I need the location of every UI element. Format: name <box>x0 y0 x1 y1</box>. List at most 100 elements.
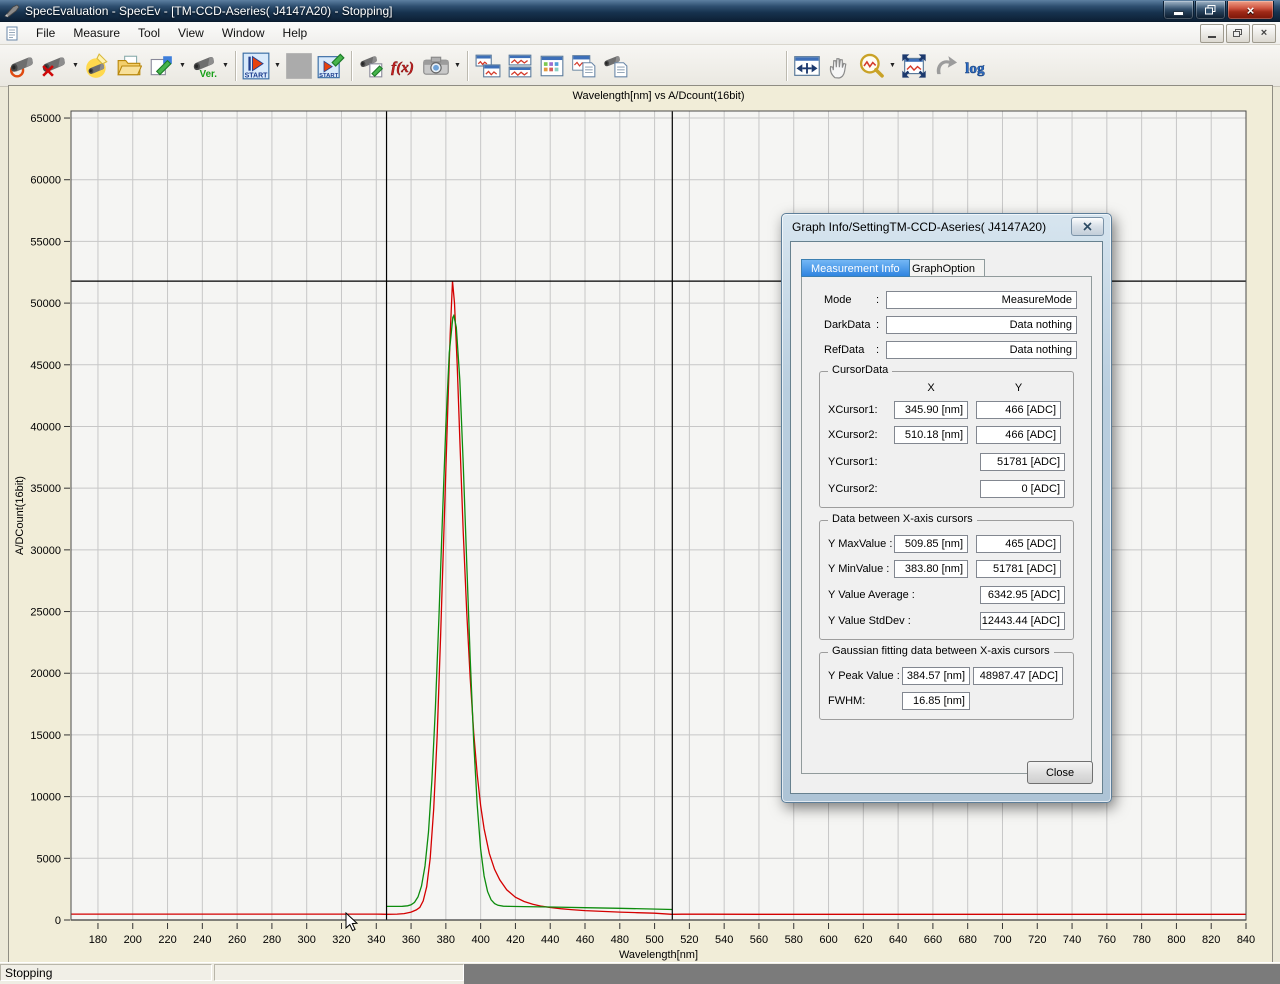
dialog-close-action-button[interactable]: Close <box>1027 761 1093 784</box>
cursor-columns-header: X Y <box>828 382 1065 394</box>
palette-grid-button[interactable] <box>536 50 568 82</box>
child-restore-button[interactable] <box>1226 24 1250 43</box>
ycursor2-row: YCursor2: 0 [ADC] <box>828 480 1065 498</box>
svg-text:820: 820 <box>1202 934 1220 946</box>
xcursor2-label: XCursor2: <box>828 429 894 441</box>
xcursor2-x-field: 510.18 [nm] <box>894 426 968 444</box>
start-edit-button[interactable]: START <box>315 50 347 82</box>
title-bar: SpecEvaluation - SpecEv - [TM-CCD-Aserie… <box>0 0 1280 22</box>
dialog-close-button[interactable] <box>1071 217 1104 236</box>
child-close-button[interactable]: × <box>1252 24 1276 43</box>
disconnect-dropdown[interactable]: ▼ <box>70 51 81 81</box>
svg-text:640: 640 <box>889 934 907 946</box>
colon: : <box>876 344 886 356</box>
svg-text:f(x): f(x) <box>391 58 414 75</box>
child-restore-icon <box>1233 29 1243 38</box>
graph-report-button[interactable] <box>568 50 600 82</box>
svg-text:320: 320 <box>332 934 350 946</box>
svg-text:40000: 40000 <box>30 421 61 433</box>
start-measure-button[interactable]: START <box>240 50 272 82</box>
snapshot-dropdown[interactable]: ▼ <box>452 51 463 81</box>
svg-text:220: 220 <box>158 934 176 946</box>
cursor-data-group: CursorData X Y XCursor1: 345.90 [nm] 466… <box>819 371 1074 508</box>
zoom-button[interactable] <box>855 50 887 82</box>
menu-file[interactable]: File <box>27 24 64 42</box>
edit-data-icon <box>359 53 385 79</box>
ystddev-label: Y Value StdDev : <box>828 615 972 627</box>
ymax-x-field: 509.85 [nm] <box>894 535 968 553</box>
cursor-measure-button[interactable] <box>791 50 823 82</box>
svg-text:65000: 65000 <box>30 113 61 125</box>
fit-window-button[interactable] <box>898 50 930 82</box>
disconnect-device-button[interactable] <box>38 50 70 82</box>
tab-measurement-info[interactable]: Measurement Info <box>801 259 910 277</box>
menu-window[interactable]: Window <box>213 24 274 42</box>
svg-text:200: 200 <box>124 934 142 946</box>
svg-text:300: 300 <box>298 934 316 946</box>
zoom-icon <box>857 52 885 80</box>
function-button[interactable]: f(x) <box>388 50 420 82</box>
pan-hand-button[interactable] <box>823 50 855 82</box>
peak-y-field: 48987.47 [ADC] <box>973 667 1063 685</box>
svg-text:500: 500 <box>645 934 663 946</box>
menu-tool[interactable]: Tool <box>129 24 169 42</box>
palette-grid-icon <box>539 53 565 79</box>
open-file-button[interactable] <box>113 50 145 82</box>
version-button[interactable]: Ver. <box>188 50 220 82</box>
snapshot-button[interactable] <box>420 50 452 82</box>
menu-bar: File Measure Tool View Window Help × <box>0 22 1280 45</box>
svg-text:460: 460 <box>576 934 594 946</box>
menu-measure[interactable]: Measure <box>64 24 129 42</box>
refdata-row: RefData : Data nothing <box>824 341 1077 359</box>
svg-text:540: 540 <box>715 934 733 946</box>
svg-text:START: START <box>319 73 338 79</box>
svg-text:440: 440 <box>541 934 559 946</box>
minimize-button[interactable] <box>1163 1 1194 20</box>
svg-text:Ver.: Ver. <box>200 68 217 78</box>
svg-text:50000: 50000 <box>30 298 61 310</box>
xcursor2-y-field: 466 [ADC] <box>976 426 1061 444</box>
stop-measure-button[interactable] <box>283 50 315 82</box>
undo-button[interactable] <box>930 50 962 82</box>
start-dropdown[interactable]: ▼ <box>272 51 283 81</box>
save-edit-icon <box>148 53 174 79</box>
svg-text:240: 240 <box>193 934 211 946</box>
svg-text:360: 360 <box>402 934 420 946</box>
mode-row: Mode : MeasureMode <box>824 291 1077 309</box>
dialog-body: Measurement Info GraphOption Mode : Meas… <box>790 241 1103 794</box>
multi-graph-button[interactable] <box>504 50 536 82</box>
svg-text:55000: 55000 <box>30 236 61 248</box>
toolbar-separator <box>351 51 352 81</box>
svg-text:35000: 35000 <box>30 483 61 495</box>
save-edit-dropdown[interactable]: ▼ <box>177 51 188 81</box>
log-scale-button[interactable]: log <box>962 50 994 82</box>
close-button[interactable]: × <box>1227 1 1274 20</box>
svg-text:log: log <box>965 60 985 77</box>
data-report-button[interactable] <box>600 50 632 82</box>
restore-button[interactable] <box>1195 1 1226 20</box>
save-edit-button[interactable] <box>145 50 177 82</box>
gaussian-fit-group: Gaussian fitting data between X-axis cur… <box>819 652 1074 720</box>
darkdata-label: DarkData <box>824 319 876 331</box>
edit-data-button[interactable] <box>356 50 388 82</box>
overlay-windows-button[interactable] <box>472 50 504 82</box>
col-x-header: X <box>894 382 968 394</box>
connect-device-button[interactable] <box>6 50 38 82</box>
menu-help[interactable]: Help <box>274 24 317 42</box>
svg-text:10000: 10000 <box>30 792 61 804</box>
tab-graph-option[interactable]: GraphOption <box>902 259 985 277</box>
child-minimize-button[interactable] <box>1200 24 1224 43</box>
dark-measure-button[interactable] <box>81 50 113 82</box>
svg-text:720: 720 <box>1028 934 1046 946</box>
menu-view[interactable]: View <box>169 24 213 42</box>
toolbar-separator <box>786 51 787 81</box>
version-dropdown[interactable]: ▼ <box>220 51 231 81</box>
hand-icon <box>825 52 853 80</box>
status-bar: Stopping <box>0 962 1280 984</box>
colon: : <box>876 294 886 306</box>
fwhm-field: 16.85 [nm] <box>902 692 970 710</box>
toolbar-separator <box>467 51 468 81</box>
mode-value-field: MeasureMode <box>886 291 1077 309</box>
zoom-dropdown[interactable]: ▼ <box>887 51 898 81</box>
yavg-row: Y Value Average : 6342.95 [ADC] <box>828 586 1065 604</box>
